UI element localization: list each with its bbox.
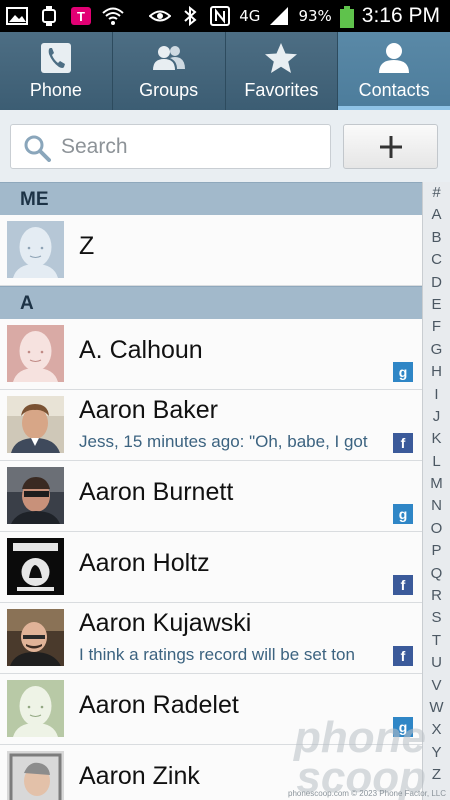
section-header-a: A	[0, 286, 422, 319]
phone-icon	[39, 42, 73, 74]
index-letter[interactable]: J	[423, 406, 450, 428]
alphabet-index[interactable]: # A B C D E F G H I J K L M N O P Q R S …	[422, 182, 450, 800]
index-letter[interactable]: #	[423, 182, 450, 204]
contact-row[interactable]: A. Calhoun g	[0, 319, 422, 390]
battery-icon	[339, 6, 354, 28]
contact-photo	[7, 609, 64, 666]
google-account-icon: g	[393, 362, 413, 382]
contact-name: Aaron Burnett	[79, 478, 234, 506]
contact-row[interactable]: Aaron Radelet g	[0, 674, 422, 745]
star-icon	[264, 42, 298, 74]
tab-favorites[interactable]: Favorites	[225, 32, 339, 110]
tab-contacts[interactable]: Contacts	[338, 32, 450, 110]
index-letter[interactable]: C	[423, 249, 450, 271]
facebook-account-icon: f	[393, 433, 413, 453]
network-type-label: 4G	[239, 7, 261, 25]
bluetooth-icon	[179, 5, 201, 27]
contact-name: Aaron Zink	[79, 762, 200, 790]
wifi-icon	[102, 6, 124, 26]
index-letter[interactable]: E	[423, 294, 450, 316]
index-letter[interactable]: W	[423, 697, 450, 719]
index-letter[interactable]: H	[423, 361, 450, 383]
index-letter[interactable]: Q	[423, 563, 450, 585]
index-letter[interactable]: V	[423, 675, 450, 697]
search-input[interactable]	[61, 129, 321, 164]
contact-name: Z	[79, 232, 95, 260]
person-icon	[377, 42, 411, 74]
contact-row[interactable]: Aaron Holtz f	[0, 532, 422, 603]
notification-icons: T	[6, 5, 124, 27]
tab-favorites-label: Favorites	[244, 80, 319, 100]
index-letter[interactable]: N	[423, 495, 450, 517]
contact-list: ME Z A A. Calhoun g Aaron Baker Jess, 15…	[0, 182, 422, 800]
index-letter[interactable]: B	[423, 227, 450, 249]
plus-icon	[379, 135, 403, 159]
contact-row[interactable]: Aaron Kujawski I think a ratings record …	[0, 603, 422, 674]
eye-icon	[148, 6, 172, 26]
index-letter[interactable]: I	[423, 384, 450, 406]
index-letter[interactable]: G	[423, 339, 450, 361]
signal-icon	[268, 6, 290, 26]
search-bar	[0, 110, 450, 182]
index-letter[interactable]: D	[423, 272, 450, 294]
google-account-icon: g	[393, 717, 413, 737]
contact-row[interactable]: Aaron Baker Jess, 15 minutes ago: "Oh, b…	[0, 390, 422, 461]
index-letter[interactable]: T	[423, 630, 450, 652]
tab-groups-label: Groups	[139, 80, 199, 100]
section-header-me: ME	[0, 182, 422, 215]
default-avatar	[7, 680, 64, 737]
status-bar: T 4G 93% 3:16 PM	[0, 0, 450, 32]
index-letter[interactable]: Y	[423, 742, 450, 764]
index-letter[interactable]: Z	[423, 764, 450, 786]
contact-name: Aaron Holtz	[79, 549, 210, 577]
contact-name: Aaron Kujawski	[79, 609, 252, 637]
default-avatar	[7, 221, 64, 278]
contact-name: A. Calhoun	[79, 336, 203, 364]
contact-status: I think a ratings record will be set ton	[79, 645, 355, 664]
default-avatar	[7, 325, 64, 382]
index-letter[interactable]: O	[423, 518, 450, 540]
index-letter[interactable]: A	[423, 204, 450, 226]
contact-photo	[7, 396, 64, 453]
index-letter[interactable]: F	[423, 316, 450, 338]
index-letter[interactable]: X	[423, 719, 450, 741]
contact-row[interactable]: Z	[0, 215, 422, 286]
contact-photo	[7, 467, 64, 524]
facebook-account-icon: f	[393, 646, 413, 666]
contact-name: Aaron Baker	[79, 396, 218, 424]
search-box[interactable]	[10, 124, 331, 169]
contact-photo	[7, 538, 64, 595]
index-letter[interactable]: K	[423, 428, 450, 450]
nfc-icon	[209, 6, 231, 26]
battery-percent-label: 93%	[298, 7, 332, 25]
index-letter[interactable]: L	[423, 451, 450, 473]
tab-contacts-label: Contacts	[358, 80, 430, 100]
tab-groups[interactable]: Groups	[112, 32, 226, 110]
watch-icon	[38, 6, 60, 26]
index-letter[interactable]: S	[423, 607, 450, 629]
groups-icon	[152, 42, 186, 74]
facebook-account-icon: f	[393, 575, 413, 595]
watermark-footer: phonescoop.com © 2023 Phone Factor, LLC	[288, 789, 446, 798]
contact-name: Aaron Radelet	[79, 691, 239, 719]
index-letter[interactable]: M	[423, 473, 450, 495]
search-icon	[23, 134, 51, 162]
tab-phone[interactable]: Phone	[0, 32, 113, 110]
system-icons: 4G 93% 3:16 PM	[148, 4, 440, 28]
index-letter[interactable]: P	[423, 540, 450, 562]
add-contact-button[interactable]	[343, 124, 438, 169]
tab-phone-label: Phone	[29, 80, 82, 100]
index-letter[interactable]: R	[423, 585, 450, 607]
google-account-icon: g	[393, 504, 413, 524]
contact-row[interactable]: Aaron Burnett g	[0, 461, 422, 532]
clock-label: 3:16 PM	[361, 4, 440, 27]
svg-text:T: T	[77, 9, 85, 24]
image-notification-icon	[6, 6, 28, 26]
index-letter[interactable]: U	[423, 652, 450, 674]
tmobile-icon: T	[70, 6, 92, 26]
contact-status: Jess, 15 minutes ago: "Oh, babe, I got	[79, 432, 368, 451]
tab-bar: Phone Groups Favorites Contacts	[0, 32, 450, 110]
